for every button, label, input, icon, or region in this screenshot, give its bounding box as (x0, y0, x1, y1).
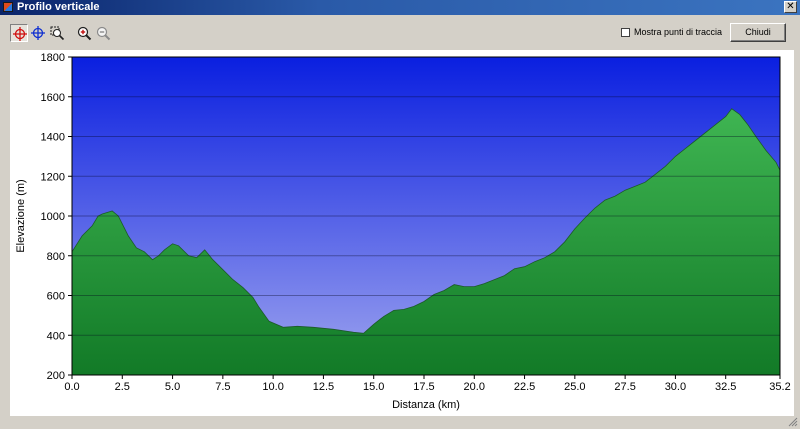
x-tick-label: 10.0 (262, 381, 283, 393)
y-tick-label: 1800 (41, 52, 65, 64)
show-points-checkbox[interactable] (621, 28, 630, 37)
y-tick-label: 400 (47, 330, 65, 342)
chart-panel: 200 400 600 800 1000 1200 1400 1600 1800 0.0 2.5 5.… (10, 50, 794, 416)
zoom-in-button[interactable] (75, 24, 93, 42)
app-icon (3, 2, 13, 12)
zoom-out-icon (96, 26, 111, 41)
window-close-button[interactable]: ✕ (784, 1, 797, 13)
x-tick-label: 15.0 (363, 381, 384, 393)
x-tick-label: 5.0 (165, 381, 180, 393)
y-tick-label: 200 (47, 370, 65, 382)
x-tick-label: 17.5 (413, 381, 434, 393)
zoom-region-button[interactable] (48, 24, 66, 42)
zoom-in-icon (77, 26, 92, 41)
close-button[interactable]: Chiudi (730, 23, 786, 42)
x-tick-label: 22.5 (514, 381, 535, 393)
x-axis-label: Distanza (km) (392, 399, 460, 411)
zoom-out-button[interactable] (94, 24, 112, 42)
y-tick-label: 1400 (41, 132, 65, 144)
elevation-profile-chart[interactable]: 200 400 600 800 1000 1200 1400 1600 1800 0.0 2.5 5.… (10, 50, 794, 416)
crosshair-blue-icon (31, 26, 45, 40)
window-title: Profilo verticale (17, 1, 100, 13)
title-bar: Profilo verticale ✕ (0, 0, 800, 15)
y-axis-label: Elevazione (m) (15, 179, 27, 252)
crosshair-red-icon (13, 27, 27, 41)
x-tick-label: 0.0 (64, 381, 79, 393)
y-tick-label: 1600 (41, 92, 65, 104)
x-tick-label: 2.5 (115, 381, 130, 393)
y-tick-label: 1000 (41, 211, 65, 223)
x-tick-label: 12.5 (313, 381, 334, 393)
x-tick-label: 30.0 (665, 381, 686, 393)
y-tick-label: 1200 (41, 171, 65, 183)
show-points-label: Mostra punti di traccia (634, 27, 723, 37)
x-tick-label: 32.5 (715, 381, 736, 393)
x-tick-label: 27.5 (614, 381, 635, 393)
y-tick-label: 800 (47, 251, 65, 263)
x-tick-label: 7.5 (215, 381, 230, 393)
y-tick-label: 600 (47, 291, 65, 303)
crosshair-blue-button[interactable] (29, 24, 47, 42)
x-tick-label: 20.0 (464, 381, 485, 393)
x-tick-label: 25.0 (564, 381, 585, 393)
x-tick-label: 35.2 (769, 381, 790, 393)
zoom-region-icon (50, 26, 65, 41)
crosshair-red-button[interactable] (10, 24, 28, 42)
resize-grip-icon[interactable] (788, 417, 798, 427)
